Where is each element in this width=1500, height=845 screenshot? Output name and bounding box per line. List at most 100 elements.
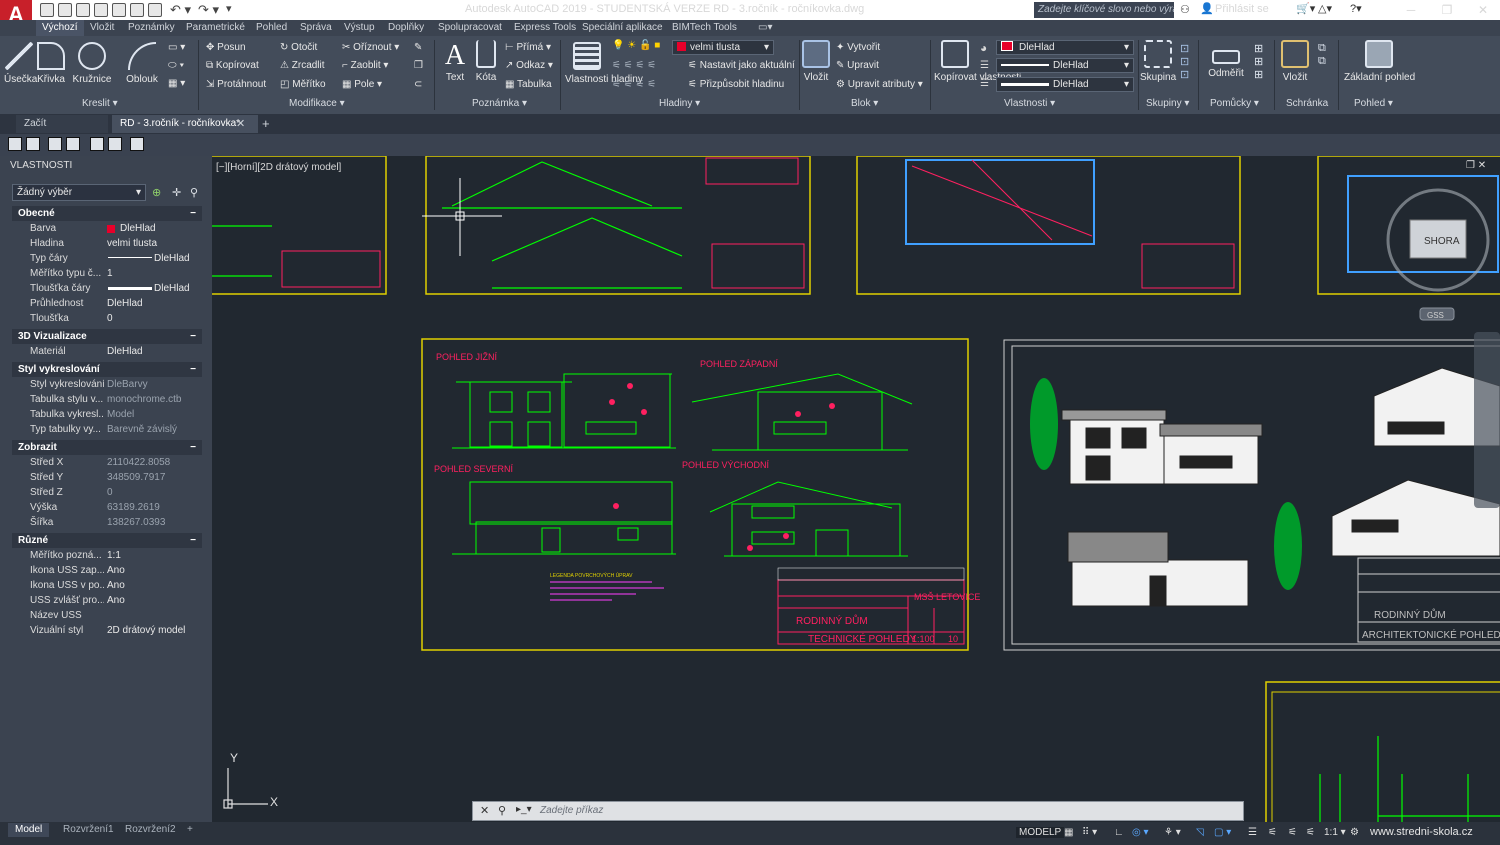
tab-ribbon-9[interactable]: Express Tools	[508, 20, 582, 36]
property-row[interactable]: Tabulka vykresl... Model	[12, 407, 202, 422]
save-icon[interactable]	[76, 3, 90, 17]
annotation-scale-value[interactable]: 1:1 ▾	[1324, 827, 1346, 838]
property-row[interactable]: Průhlednost DleHlad	[12, 296, 202, 311]
palette-section-header[interactable]: Styl vykreslování −	[12, 362, 202, 377]
clipboard-tools-icons[interactable]: ⧉ ⧉	[1318, 42, 1326, 68]
grid-icon[interactable]: ▦	[1064, 827, 1073, 838]
search-input[interactable]: Zadejte klíčové slovo nebo výraz.	[1034, 2, 1174, 18]
command-settings-icon[interactable]: ⚲	[498, 804, 506, 817]
drawing-canvas[interactable]: POHLED JIŽNÍ POHLED ZÁPADNÍ POHLED SEVER…	[212, 156, 1500, 822]
ortho-icon[interactable]: ∟	[1114, 827, 1124, 838]
redo-icon[interactable]: ↷ ▾	[198, 2, 219, 18]
toolbar-icon[interactable]	[108, 137, 122, 151]
cart-icon[interactable]: 🛒▾	[1296, 2, 1315, 15]
tab-start[interactable]: Začít	[16, 115, 108, 133]
tab-ribbon-11[interactable]: BIMTech Tools	[666, 20, 743, 36]
plot-icon[interactable]	[148, 3, 162, 17]
circle-button[interactable]: Kružnice	[72, 42, 112, 85]
save-web-icon[interactable]	[130, 3, 144, 17]
new-icon[interactable]	[40, 3, 54, 17]
panel-groups-label[interactable]: Skupiny ▾	[1146, 98, 1189, 111]
tab-ribbon-4[interactable]: Pohled	[250, 20, 293, 36]
toolbar-icon[interactable]	[130, 137, 144, 151]
polar-icon[interactable]: ◎ ▾	[1132, 827, 1149, 838]
layer-properties-button[interactable]: Vlastnosti hladiny	[565, 42, 643, 86]
undo-icon[interactable]: ↶ ▾	[170, 2, 191, 18]
tab-ribbon-8[interactable]: Spolupracovat	[432, 20, 508, 36]
lineweight-toggle-icon[interactable]: ☰	[1248, 827, 1257, 838]
property-row[interactable]: Měřítko typu č... 1	[12, 266, 202, 281]
move-button[interactable]: ✥ Posun	[206, 40, 246, 56]
property-row[interactable]: Střed X 2110422.8058	[12, 455, 202, 470]
palette-section-header[interactable]: Obecné −	[12, 206, 202, 221]
property-row[interactable]: Barva DleHlad	[12, 221, 202, 236]
toolbar-icon[interactable]	[8, 137, 22, 151]
layer-tools-row2[interactable]: ⚟ ⚟ ⚟ ⚟	[612, 77, 656, 93]
trim-button[interactable]: ✂ Oříznout ▾	[342, 40, 399, 56]
property-row[interactable]: Tloušťka 0	[12, 311, 202, 326]
tab-ribbon-2[interactable]: Poznámky	[122, 20, 181, 36]
leader-button[interactable]: ↗ Odkaz ▾	[505, 58, 553, 74]
selection-dropdown[interactable]: Žádný výběr ▾	[12, 184, 146, 201]
viewport-controls[interactable]: [−][Horní][2D drátový model]	[216, 162, 341, 173]
collapse-icon[interactable]: −	[190, 362, 196, 377]
tab-ribbon-5[interactable]: Správa	[294, 20, 338, 36]
snap-icon[interactable]: ⠿ ▾	[1082, 827, 1097, 838]
collapse-icon[interactable]: −	[190, 533, 196, 548]
group-button[interactable]: Skupina	[1140, 40, 1176, 83]
property-row[interactable]: Typ tabulky vy... Barevně závislý	[12, 422, 202, 437]
offset-icon[interactable]: ⊂	[414, 77, 422, 93]
property-row[interactable]: Tloušťka čáry DleHlad	[12, 281, 202, 296]
property-row[interactable]: Typ čáry DleHlad	[12, 251, 202, 266]
create-block-button[interactable]: ✦ Vytvořit	[836, 40, 880, 56]
polyline-button[interactable]: Křivka	[36, 42, 66, 85]
property-row[interactable]: Styl vykreslování DleBarvy	[12, 377, 202, 392]
copy-button[interactable]: ⧉ Kopírovat	[206, 58, 259, 74]
open-web-icon[interactable]	[112, 3, 126, 17]
qat-menu-icon[interactable]: ▾	[226, 2, 232, 15]
viewport-window-controls[interactable]: ❐ ✕	[1466, 160, 1486, 171]
maximize-button[interactable]: ❐	[1432, 2, 1462, 18]
table-button[interactable]: ▦ Tabulka	[505, 77, 552, 93]
text-button[interactable]: A Text	[442, 40, 468, 83]
match-layer-button[interactable]: ⚟ Přizpůsobit hladinu	[688, 77, 784, 93]
isodraft-icon[interactable]: ⚘ ▾	[1164, 827, 1181, 838]
fillet-button[interactable]: ⌐ Zaoblit ▾	[342, 58, 388, 74]
grid-icon[interactable]: ▦ ▾	[168, 76, 185, 92]
base-view-button[interactable]: Základní pohled	[1344, 40, 1415, 83]
toolbar-icon[interactable]	[48, 137, 62, 151]
annotation-scale-icon[interactable]: ⚟	[1306, 827, 1315, 838]
command-input[interactable]: Zadejte příkaz	[540, 805, 603, 816]
panel-draw-label[interactable]: Kreslit ▾	[82, 98, 118, 111]
panel-block-label[interactable]: Blok ▾	[851, 98, 878, 111]
panel-layers-label[interactable]: Hladiny ▾	[659, 98, 700, 111]
stretch-button[interactable]: ⇲ Protáhnout	[206, 77, 266, 93]
autodesk-app-icon[interactable]: △▾	[1318, 2, 1332, 15]
property-row[interactable]: Ikona USS zap... Ano	[12, 563, 202, 578]
rectangle-icon[interactable]: ▭ ▾	[168, 40, 185, 56]
panel-properties-label[interactable]: Vlastnosti ▾	[1004, 98, 1055, 111]
property-row[interactable]: Vizuální styl 2D drátový model	[12, 623, 202, 638]
panel-utilities-label[interactable]: Pomůcky ▾	[1210, 98, 1259, 111]
property-row[interactable]: Tabulka stylu v... monochrome.ctb	[12, 392, 202, 407]
select-objects-icon[interactable]: ✛	[172, 186, 181, 199]
palette-section-header[interactable]: 3D Vizualizace −	[12, 329, 202, 344]
line-button[interactable]: Úsečka	[4, 42, 37, 85]
layer-tools-row1[interactable]: ⚟ ⚟ ⚟ ⚟	[612, 58, 656, 74]
color-combo[interactable]: DleHlad ▾	[996, 40, 1134, 55]
match-properties-button[interactable]: Kopírovat vlastnosti	[934, 40, 1021, 84]
tab-close-icon[interactable]: ✕	[236, 117, 245, 130]
open-icon[interactable]	[58, 3, 72, 17]
insert-block-button[interactable]: Vložit	[802, 40, 830, 83]
lineweight-combo[interactable]: DleHlad ▾	[996, 77, 1134, 92]
panel-annotation-label[interactable]: Poznámka ▾	[472, 98, 527, 111]
otrack-icon[interactable]: ▢ ▾	[1214, 827, 1231, 838]
workspace-gear-icon[interactable]: ⚙	[1350, 827, 1359, 838]
measure-button[interactable]: Odměřit	[1204, 40, 1248, 79]
mirror-button[interactable]: ⚠ Zrcadlit	[280, 58, 325, 74]
add-layout-icon[interactable]: +	[180, 823, 200, 837]
close-button[interactable]: ✕	[1468, 2, 1498, 18]
erase-icon[interactable]: ✎	[414, 40, 422, 56]
property-row[interactable]: Střed Y 348509.7917	[12, 470, 202, 485]
tab-layout2[interactable]: Rozvržení2	[118, 823, 183, 837]
